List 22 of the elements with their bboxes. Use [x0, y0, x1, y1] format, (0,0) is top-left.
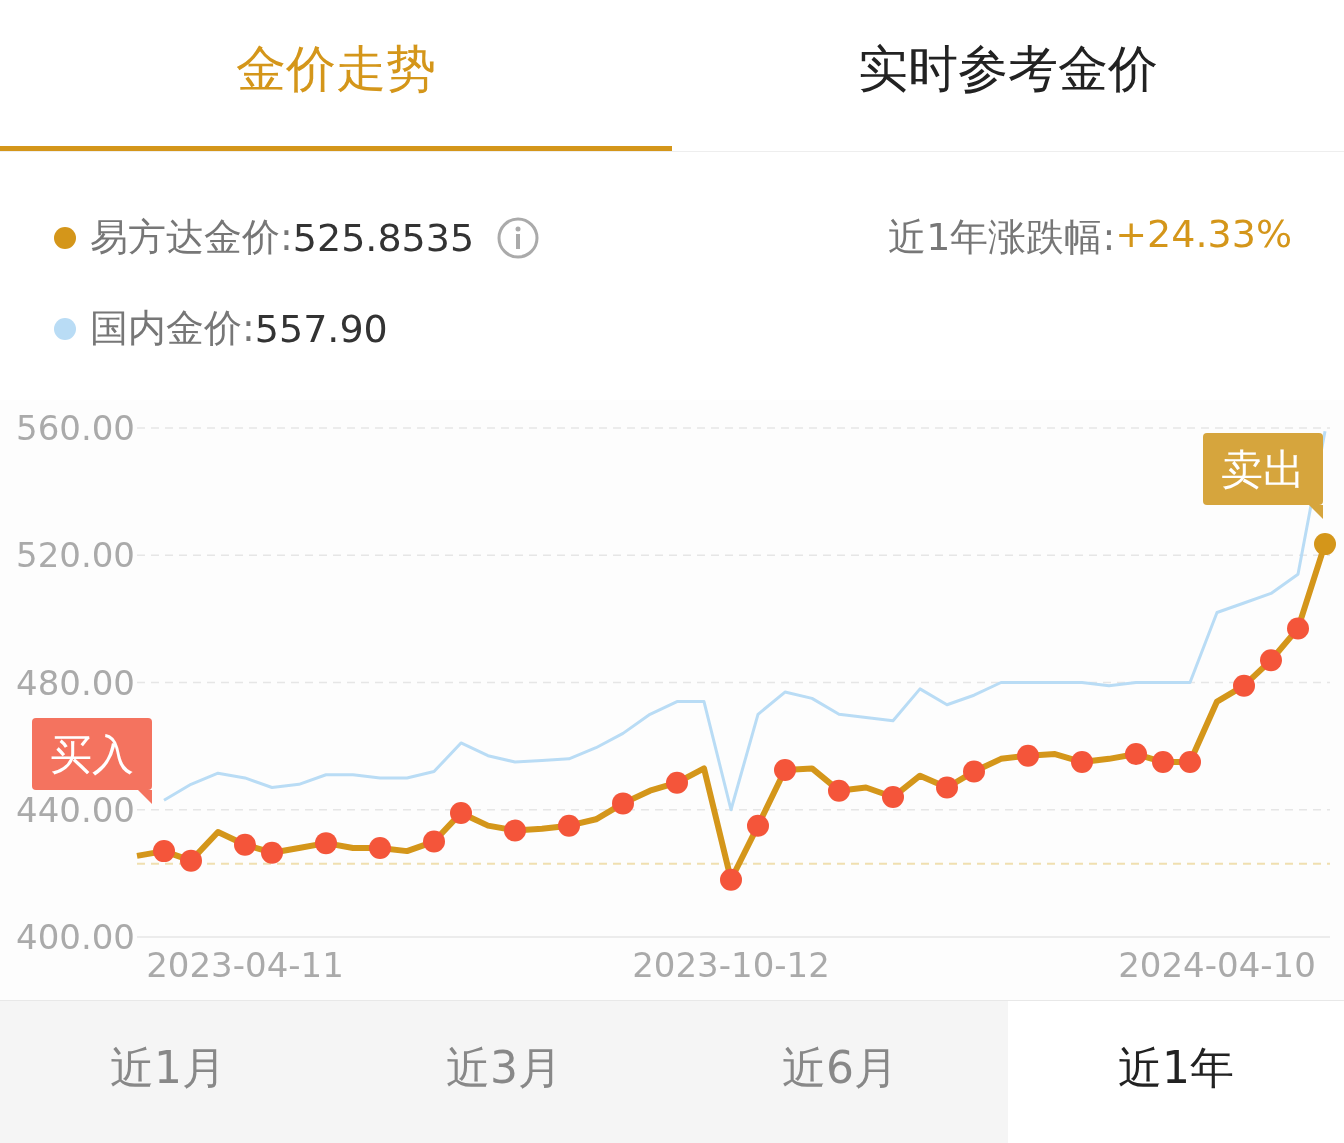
legend-value: 557.90 — [254, 306, 388, 351]
range-tab[interactable]: 近3月 — [336, 1001, 672, 1143]
x-axis-label: 2023-04-11 — [146, 945, 344, 985]
range-tab[interactable]: 近6月 — [672, 1001, 1008, 1143]
tab[interactable]: 实时参考金价 — [672, 0, 1344, 151]
legend-label: 国内金价: — [90, 305, 255, 352]
current-point-marker — [1314, 533, 1336, 556]
legend-value: 525.8535 — [292, 215, 475, 260]
y-axis-label: 560.00 — [16, 408, 135, 448]
y-axis-label: 480.00 — [16, 662, 135, 703]
tab[interactable]: 金价走势 — [0, 0, 672, 151]
legend-label: 易方达金价: — [90, 214, 293, 261]
range-tab[interactable]: 近1年 — [1008, 1001, 1344, 1143]
y-axis-label: 400.00 — [16, 917, 135, 957]
y-axis-label: 520.00 — [16, 535, 135, 576]
info-icon[interactable] — [496, 215, 541, 260]
x-axis-label: 2023-10-12 — [632, 945, 830, 985]
sell-callout: 卖出 — [1203, 433, 1323, 519]
x-axis-label: 2024-04-10 — [1118, 945, 1316, 985]
range-tab[interactable]: 近1月 — [0, 1001, 336, 1143]
change-value: +24.33% — [1115, 212, 1292, 256]
change-label: 近1年涨跌幅: — [888, 214, 1116, 261]
